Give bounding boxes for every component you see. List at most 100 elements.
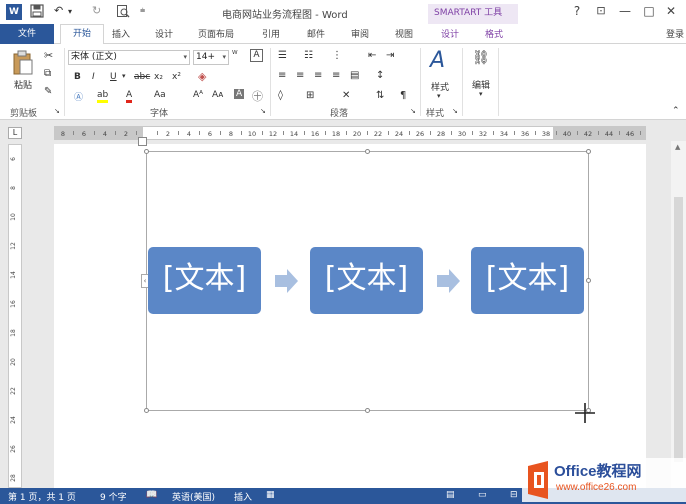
text-effects-icon[interactable]: Ⓐ bbox=[74, 90, 83, 103]
grow-font-icon[interactable]: Aᴬ bbox=[193, 90, 203, 100]
character-border-icon[interactable]: A bbox=[250, 49, 263, 62]
save-icon[interactable] bbox=[30, 4, 44, 20]
sort-icon[interactable]: ⇅ bbox=[376, 90, 384, 101]
find-binoculars-icon[interactable]: ⛓ bbox=[472, 50, 490, 66]
styles-launcher-icon[interactable]: ↘ bbox=[452, 107, 458, 115]
redo-icon[interactable]: ↻ bbox=[92, 4, 101, 20]
smartart-shape-2[interactable]: [文本] bbox=[310, 247, 423, 314]
underline-dropdown-icon[interactable]: ▾ bbox=[122, 72, 126, 80]
maximize-button[interactable]: □ bbox=[640, 4, 658, 18]
insert-mode[interactable]: 插入 bbox=[234, 490, 252, 503]
language-indicator[interactable]: 英语(美国) bbox=[172, 490, 215, 503]
vertical-scrollbar[interactable]: ▲ bbox=[671, 141, 686, 488]
resize-handle[interactable] bbox=[144, 149, 149, 154]
tab-selector[interactable]: L bbox=[8, 127, 22, 139]
scroll-up-icon[interactable]: ▲ bbox=[675, 143, 680, 151]
tab-references[interactable]: 引用 bbox=[262, 27, 280, 40]
copy-icon[interactable]: ⧉ bbox=[44, 68, 51, 79]
align-right-icon[interactable]: ≡ bbox=[314, 70, 322, 81]
page-count[interactable]: 第 1 页，共 1 页 bbox=[8, 490, 76, 503]
enclose-characters-icon[interactable]: ㊉ bbox=[252, 88, 263, 104]
show-marks-icon[interactable]: ¶ bbox=[400, 90, 406, 101]
resize-handle[interactable] bbox=[586, 149, 591, 154]
change-case-icon[interactable]: Aa bbox=[154, 90, 166, 100]
paste-icon[interactable] bbox=[12, 50, 34, 81]
tab-smartart-design[interactable]: 设计 bbox=[441, 27, 459, 40]
numbering-icon[interactable]: ☷ bbox=[304, 50, 313, 61]
superscript-icon[interactable]: x² bbox=[172, 72, 181, 82]
bold-icon[interactable]: B bbox=[74, 72, 81, 82]
proofing-icon[interactable]: 📖 bbox=[146, 490, 157, 500]
close-button[interactable]: ✕ bbox=[662, 4, 680, 18]
font-name-select[interactable]: 宋体 (正文) ▾ bbox=[68, 50, 190, 65]
print-preview-icon[interactable] bbox=[116, 4, 130, 20]
paste-button-label[interactable]: 粘贴 bbox=[14, 78, 32, 91]
read-mode-icon[interactable]: ▤ bbox=[446, 490, 455, 500]
subscript-icon[interactable]: x₂ bbox=[154, 72, 163, 82]
character-shading-icon[interactable]: A bbox=[234, 89, 245, 99]
minimize-button[interactable]: — bbox=[616, 4, 634, 18]
word-app-icon[interactable]: W bbox=[6, 4, 22, 20]
resize-handle[interactable] bbox=[144, 408, 149, 413]
layout-options-icon[interactable] bbox=[138, 137, 147, 146]
sign-in-link[interactable]: 登录 bbox=[666, 27, 684, 40]
format-painter-icon[interactable]: ✎ bbox=[44, 86, 52, 97]
align-center-icon[interactable]: ≡ bbox=[296, 70, 304, 81]
undo-icon[interactable]: ↶ bbox=[54, 4, 63, 20]
undo-dropdown-icon[interactable]: ▾ bbox=[68, 7, 72, 23]
italic-icon[interactable]: I bbox=[92, 72, 95, 82]
group-divider bbox=[462, 48, 463, 116]
ribbon-display-options-button[interactable]: ⊡ bbox=[592, 4, 610, 17]
clear-formatting-icon[interactable]: ◈ bbox=[198, 70, 206, 83]
tab-home[interactable]: 开始 bbox=[60, 24, 104, 45]
increase-indent-icon[interactable]: ⇥ bbox=[386, 50, 394, 61]
distributed-icon[interactable]: ▤ bbox=[350, 70, 359, 81]
tab-design[interactable]: 设计 bbox=[155, 27, 173, 40]
resize-handle[interactable] bbox=[586, 278, 591, 283]
scrollbar-thumb[interactable] bbox=[674, 197, 683, 462]
tab-view[interactable]: 视图 bbox=[395, 27, 413, 40]
chevron-down-icon[interactable]: ▾ bbox=[479, 90, 483, 98]
tab-page-layout[interactable]: 页面布局 bbox=[198, 27, 234, 40]
tab-mailings[interactable]: 邮件 bbox=[307, 27, 325, 40]
shrink-font-icon[interactable]: Aᴀ bbox=[212, 90, 223, 100]
bullets-icon[interactable]: ☰ bbox=[278, 50, 287, 61]
tab-review[interactable]: 审阅 bbox=[351, 27, 369, 40]
word-count[interactable]: 9 个字 bbox=[100, 490, 127, 503]
font-size-select[interactable]: 14+ ▾ bbox=[193, 50, 229, 65]
help-button[interactable]: ? bbox=[568, 4, 586, 18]
font-color-icon[interactable]: A bbox=[126, 90, 133, 103]
customize-quick-access-icon[interactable]: ⩧ bbox=[140, 6, 145, 22]
paragraph-launcher-icon[interactable]: ↘ bbox=[410, 107, 416, 115]
underline-icon[interactable]: U bbox=[110, 72, 117, 82]
resize-handle[interactable] bbox=[365, 149, 370, 154]
vertical-ruler[interactable]: 6 8 10 12 14 16 18 20 22 24 26 28 bbox=[8, 144, 22, 488]
web-layout-icon[interactable]: ⊟ bbox=[510, 490, 518, 500]
ruler-tick-label: 24 bbox=[395, 130, 403, 138]
phonetic-guide-icon[interactable]: ᵂ bbox=[232, 50, 238, 60]
decrease-indent-icon[interactable]: ⇤ bbox=[368, 50, 376, 61]
chevron-down-icon[interactable]: ▾ bbox=[437, 92, 441, 100]
align-left-icon[interactable]: ≡ bbox=[278, 70, 286, 81]
tab-insert[interactable]: 插入 bbox=[112, 27, 130, 40]
multilevel-list-icon[interactable]: ⋮ bbox=[332, 50, 342, 61]
clipboard-launcher-icon[interactable]: ↘ bbox=[54, 107, 60, 115]
justify-icon[interactable]: ≡ bbox=[332, 70, 340, 81]
smartart-shape-3[interactable]: [文本] bbox=[471, 247, 584, 314]
font-launcher-icon[interactable]: ↘ bbox=[260, 107, 266, 115]
chinese-layout-icon[interactable]: ✕ bbox=[342, 90, 350, 101]
shading-icon[interactable]: ◊ bbox=[278, 90, 283, 101]
smartart-shape-1[interactable]: [文本] bbox=[148, 247, 261, 314]
line-spacing-icon[interactable]: ↕ bbox=[376, 70, 384, 81]
print-layout-icon[interactable]: ▭ bbox=[478, 490, 487, 500]
resize-handle[interactable] bbox=[365, 408, 370, 413]
collapse-ribbon-icon[interactable]: ⌃ bbox=[672, 106, 680, 116]
tab-smartart-format[interactable]: 格式 bbox=[485, 27, 503, 40]
macro-icon[interactable]: ▦ bbox=[266, 490, 275, 500]
cut-icon[interactable]: ✂ bbox=[44, 49, 53, 62]
borders-icon[interactable]: ⊞ bbox=[306, 90, 314, 101]
styles-icon[interactable]: A bbox=[430, 48, 445, 73]
highlight-icon[interactable]: ab bbox=[97, 90, 109, 103]
strikethrough-icon[interactable]: abc bbox=[134, 72, 150, 82]
tab-file[interactable]: 文件 bbox=[0, 24, 54, 44]
